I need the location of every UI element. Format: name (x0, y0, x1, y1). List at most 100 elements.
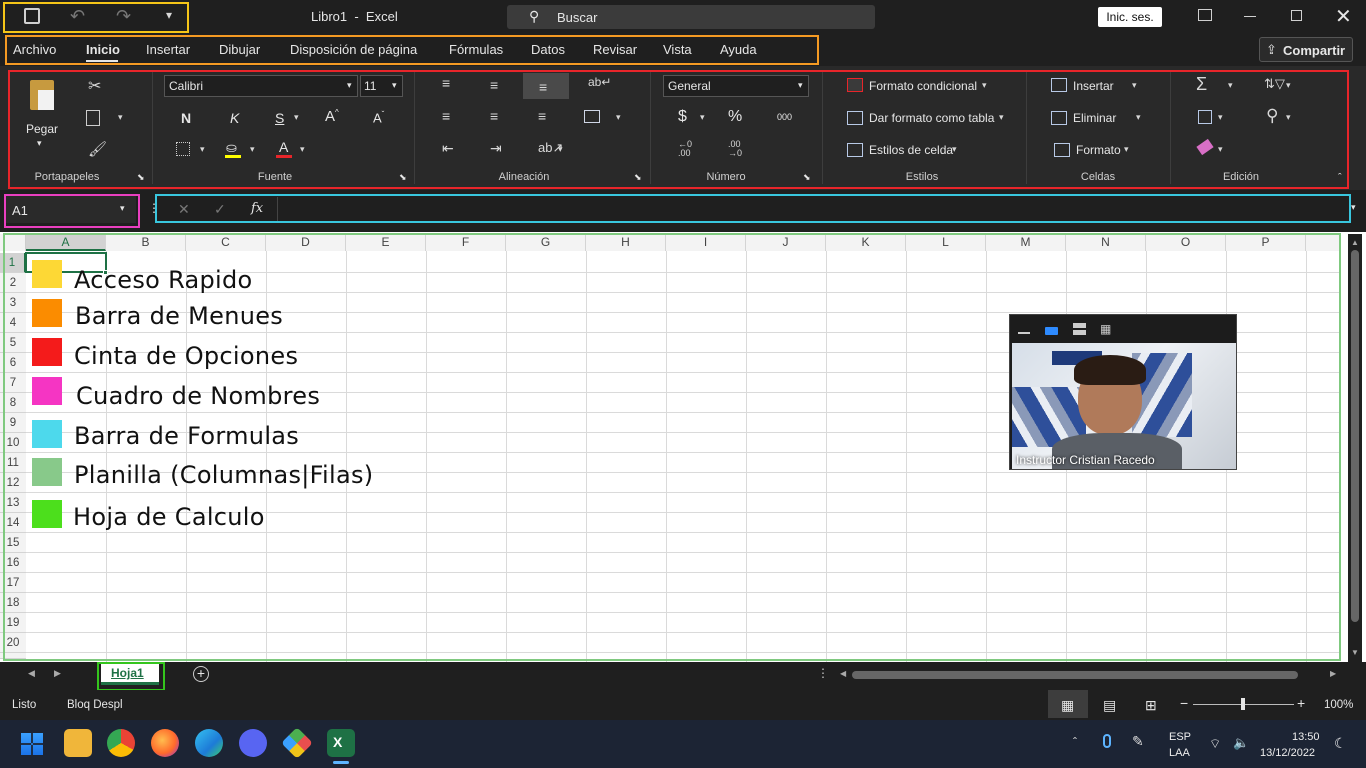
column-header-f[interactable]: F (426, 234, 506, 251)
zoom-out-icon[interactable]: − (1180, 695, 1188, 711)
conditional-format-dropdown-icon[interactable]: ▾ (982, 80, 987, 91)
expand-formula-icon[interactable]: ▾ (1351, 202, 1356, 213)
align-center-icon[interactable]: ≡ (490, 108, 498, 124)
column-header-a[interactable]: A (26, 234, 106, 251)
clock-time[interactable]: 13:50 (1292, 731, 1320, 743)
paste-button[interactable]: Pegar ▾ (24, 76, 62, 156)
autosum-dropdown-icon[interactable]: ▾ (1228, 80, 1233, 91)
page-break-view-icon[interactable]: ⊞ (1145, 697, 1157, 714)
column-header-p[interactable]: P (1226, 234, 1306, 251)
increase-decimal-icon[interactable]: ←0.00 (678, 140, 692, 158)
align-left-icon[interactable]: ≡ (442, 108, 450, 124)
copy-icon[interactable] (86, 110, 100, 126)
row-header-19[interactable]: 19 (0, 613, 26, 633)
tab-dibujar[interactable]: Dibujar (219, 42, 260, 57)
signin-button[interactable]: Inic. ses. (1098, 7, 1162, 27)
volume-icon[interactable]: 🔈 (1233, 735, 1249, 751)
orientation-dropdown-icon[interactable]: ▾ (558, 144, 563, 155)
tab-ayuda[interactable]: Ayuda (720, 42, 757, 57)
row-header-16[interactable]: 16 (0, 553, 26, 573)
sheet-split-grip-icon[interactable]: ⋮ (817, 666, 829, 680)
fill-icon[interactable] (1198, 110, 1212, 124)
file-explorer-icon[interactable] (64, 729, 92, 757)
bold-button[interactable]: N (181, 110, 191, 126)
sort-filter-dropdown-icon[interactable]: ▾ (1286, 80, 1291, 91)
ribbon-display-icon[interactable] (1198, 9, 1212, 21)
align-bottom-button[interactable]: ≡ (523, 73, 569, 99)
tab-datos[interactable]: Datos (531, 42, 565, 57)
pen-icon[interactable]: ✎ (1132, 733, 1144, 750)
edge-icon[interactable] (195, 729, 223, 757)
restore-icon[interactable] (1291, 10, 1302, 21)
merge-center-icon[interactable] (584, 110, 600, 123)
tab-insertar[interactable]: Insertar (146, 42, 190, 57)
cancel-icon[interactable]: ✕ (178, 201, 190, 218)
format-table-button[interactable]: Dar formato como tabla (869, 111, 994, 125)
name-box[interactable]: A1 ▾ (6, 196, 136, 223)
cell-styles-button[interactable]: Estilos de celda (869, 143, 953, 157)
insert-cells-icon[interactable] (1051, 78, 1067, 92)
video-overlay[interactable]: ▦ Instructor Cristian Racedo (1009, 314, 1237, 470)
strip-view-icon[interactable] (1073, 323, 1086, 335)
copy-dropdown-icon[interactable]: ▾ (118, 112, 123, 123)
shrink-font-button[interactable]: Aˇ (373, 110, 384, 125)
currency-dropdown-icon[interactable]: ▾ (700, 112, 705, 123)
underline-dropdown-icon[interactable]: ▾ (294, 112, 299, 123)
format-table-icon[interactable] (847, 111, 863, 125)
conditional-format-icon[interactable] (847, 78, 863, 92)
save-icon[interactable] (24, 8, 40, 24)
decrease-indent-icon[interactable]: ⇤ (442, 140, 454, 157)
row-header-2[interactable]: 2 (0, 273, 26, 293)
wifi-icon[interactable]: ⌔ (1209, 736, 1221, 752)
delete-cells-button[interactable]: Eliminar (1073, 111, 1116, 125)
prev-sheet-icon[interactable]: ◀ (28, 668, 35, 679)
row-header-8[interactable]: 8 (0, 393, 26, 413)
row-header-4[interactable]: 4 (0, 313, 26, 333)
align-middle-icon[interactable]: ≡ (490, 77, 498, 93)
currency-button[interactable]: $ (678, 108, 687, 126)
italic-button[interactable]: K (230, 110, 239, 126)
delete-cells-dropdown-icon[interactable]: ▾ (1136, 112, 1141, 123)
font-size-select[interactable]: 11 ▾ (360, 75, 403, 97)
horizontal-scroll-thumb[interactable] (852, 671, 1298, 679)
next-sheet-icon[interactable]: ▶ (54, 668, 61, 679)
zoom-slider[interactable] (1193, 698, 1294, 710)
redo-icon[interactable]: ↷ (116, 6, 131, 27)
clear-icon[interactable] (1196, 138, 1214, 156)
alignment-launcher-icon[interactable]: ⬊ (634, 172, 642, 183)
format-painter-icon[interactable]: 🖌 (88, 140, 107, 158)
column-header-n[interactable]: N (1066, 234, 1146, 251)
column-header-d[interactable]: D (266, 234, 346, 251)
row-header-3[interactable]: 3 (0, 293, 26, 313)
find-dropdown-icon[interactable]: ▾ (1286, 112, 1291, 123)
fill-dropdown-icon[interactable]: ▾ (1218, 112, 1223, 123)
scroll-left-icon[interactable]: ◀ (840, 669, 846, 678)
zoom-slider-thumb[interactable] (1241, 698, 1245, 710)
row-header-partial[interactable] (0, 653, 26, 659)
select-all-corner[interactable] (0, 234, 26, 251)
tab-revisar[interactable]: Revisar (593, 42, 637, 57)
align-right-icon[interactable]: ≡ (538, 108, 546, 124)
increase-indent-icon[interactable]: ⇥ (490, 140, 502, 157)
find-select-icon[interactable]: ⚲ (1266, 106, 1278, 126)
fill-color-icon[interactable]: ⛀ (226, 140, 237, 156)
font-color-dropdown-icon[interactable]: ▾ (300, 144, 305, 155)
tab-vista[interactable]: Vista (663, 42, 692, 57)
enter-icon[interactable]: ✓ (214, 201, 226, 218)
scroll-right-icon[interactable]: ▶ (1330, 669, 1336, 678)
row-header-7[interactable]: 7 (0, 373, 26, 393)
row-header-14[interactable]: 14 (0, 513, 26, 533)
column-header-o[interactable]: O (1146, 234, 1226, 251)
column-header-h[interactable]: H (586, 234, 666, 251)
minimize-video-icon[interactable] (1018, 332, 1030, 334)
tab-archivo[interactable]: Archivo (13, 42, 56, 57)
normal-view-button[interactable]: ▦ (1048, 690, 1088, 718)
column-header-j[interactable]: J (746, 234, 826, 251)
row-header-9[interactable]: 9 (0, 413, 26, 433)
wrap-text-icon[interactable]: ab↵ (588, 75, 611, 89)
row-header-20[interactable]: 20 (0, 633, 26, 653)
chrome-icon[interactable] (107, 729, 135, 757)
column-header-b[interactable]: B (106, 234, 186, 251)
collapse-ribbon-icon[interactable]: ˆ (1338, 172, 1342, 184)
search-box[interactable]: ⚲ Buscar (507, 5, 875, 29)
